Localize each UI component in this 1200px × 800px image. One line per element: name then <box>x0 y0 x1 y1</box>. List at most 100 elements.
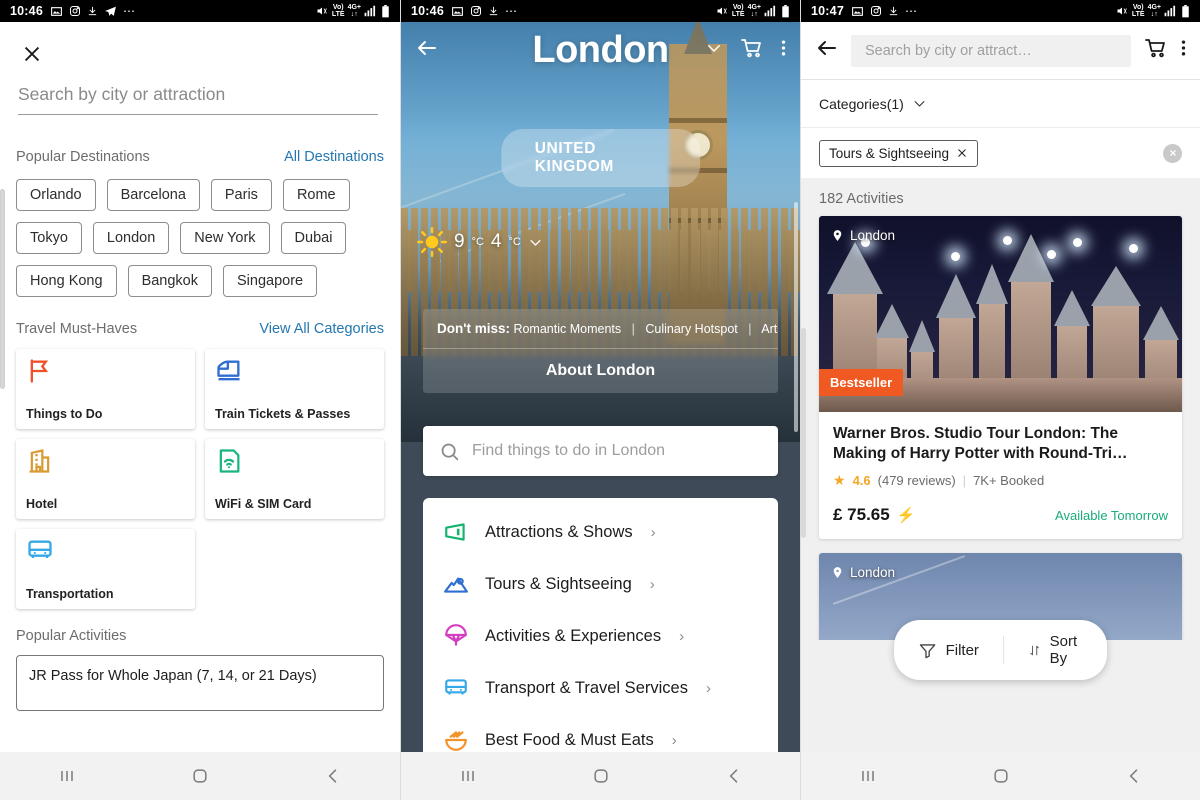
instagram-icon <box>470 6 481 16</box>
destination-chip[interactable]: Rome <box>282 179 350 211</box>
menu-item-label: Transport & Travel Services <box>485 678 688 697</box>
must-have-card-wifi[interactable]: WiFi & SIM Card <box>205 439 384 519</box>
active-filter-chip[interactable]: Tours & Sightseeing <box>819 139 979 167</box>
menu-item-transport[interactable]: Transport & Travel Services › <box>423 662 778 714</box>
mountain-icon <box>444 577 468 593</box>
all-destinations-link[interactable]: All Destinations <box>284 149 384 165</box>
chevron-down-icon <box>708 44 720 52</box>
menu-item-food[interactable]: Best Food & Must Eats › <box>423 714 778 752</box>
about-london-button[interactable]: About London <box>423 348 778 393</box>
active-filters-row: Tours & Sightseeing <box>801 128 1200 178</box>
home-button[interactable] <box>566 766 636 786</box>
cart-button[interactable] <box>1143 36 1169 65</box>
city-switch-button[interactable] <box>705 39 723 62</box>
destination-chip[interactable]: Dubai <box>280 222 347 254</box>
activity-details: Warner Bros. Studio Tour London: The Mak… <box>819 412 1182 539</box>
weather-unit: °C <box>508 236 521 248</box>
review-count: (479 reviews) <box>877 473 956 489</box>
recents-button[interactable] <box>32 766 102 786</box>
recents-button[interactable] <box>833 766 903 786</box>
must-have-card-hotel[interactable]: Hotel <box>16 439 195 519</box>
sort-label: Sort By <box>1049 633 1078 667</box>
cart-icon <box>741 38 761 57</box>
recents-button[interactable] <box>433 766 503 786</box>
must-have-card-transportation[interactable]: Transportation <box>16 529 195 609</box>
must-have-label: Train Tickets & Passes <box>215 407 351 421</box>
destination-chip[interactable]: Tokyo <box>16 222 82 254</box>
overflow-menu-button[interactable] <box>781 38 786 63</box>
network-type-icon: 4G+ ↓↑ <box>747 4 761 18</box>
battery-icon <box>1182 4 1189 17</box>
bestseller-badge: Bestseller <box>819 369 904 396</box>
popular-activity-item[interactable]: JR Pass for Whole Japan (7, 14, or 21 Da… <box>16 655 384 711</box>
top-bar-actions <box>705 36 786 65</box>
search-input[interactable]: Search by city or attract… <box>851 34 1131 67</box>
scrollbar[interactable] <box>0 189 5 389</box>
instant-confirm-icon: ⚡ <box>896 507 916 525</box>
view-all-categories-link[interactable]: View All Categories <box>259 321 384 337</box>
search-placeholder: Search by city or attract… <box>865 42 1032 59</box>
search-input[interactable]: Find things to do in London <box>423 426 778 476</box>
clear-all-filters-button[interactable] <box>1163 143 1182 163</box>
back-button[interactable] <box>815 36 839 65</box>
instagram-icon <box>69 6 80 16</box>
scrollbar[interactable] <box>801 328 806 538</box>
hotel-icon <box>29 449 50 473</box>
country-badge[interactable]: UNITED KINGDOM <box>500 129 701 187</box>
destination-chip[interactable]: London <box>92 222 170 254</box>
cart-button[interactable] <box>739 36 765 65</box>
results-top-bar: Search by city or attract… <box>801 22 1200 80</box>
destination-chip[interactable]: Orlando <box>16 179 96 211</box>
menu-item-label: Tours & Sightseeing <box>485 574 632 593</box>
popular-destinations-title: Popular Destinations <box>16 149 150 165</box>
signal-icon <box>764 5 776 17</box>
flag-icon <box>30 359 49 383</box>
overflow-menu-button[interactable] <box>1181 38 1186 63</box>
home-button[interactable] <box>165 766 235 786</box>
close-icon[interactable] <box>956 147 968 159</box>
search-suggestions-scroll[interactable]: Popular Destinations All Destinations Or… <box>0 149 400 752</box>
must-have-card-things-to-do[interactable]: Things to Do <box>16 349 195 429</box>
back-button[interactable] <box>699 766 769 786</box>
results-scroll-area[interactable]: 182 Activities London Bestseller Warner … <box>801 178 1200 640</box>
must-have-card-train[interactable]: Train Tickets & Passes <box>205 349 384 429</box>
dont-miss-row[interactable]: Don't miss: Romantic Moments | Culinary … <box>423 309 778 348</box>
destination-chip[interactable]: Singapore <box>223 265 318 297</box>
sort-button[interactable]: Sort By <box>1004 620 1108 680</box>
close-button[interactable] <box>16 38 48 70</box>
menu-item-tours[interactable]: Tours & Sightseeing › <box>423 558 778 610</box>
back-button[interactable] <box>1099 766 1169 786</box>
battery-icon <box>782 4 789 17</box>
back-button[interactable] <box>415 36 439 65</box>
dont-miss-item[interactable]: Arts and… <box>761 322 778 336</box>
destination-chip[interactable]: Hong Kong <box>16 265 117 297</box>
activity-card[interactable]: London Bestseller Warner Bros. Studio To… <box>819 216 1182 540</box>
categories-filter-button[interactable]: Categories(1) <box>801 80 1200 128</box>
recents-icon <box>60 771 73 781</box>
castle-roof <box>909 320 935 352</box>
destination-chip[interactable]: Bangkok <box>127 265 212 297</box>
menu-item-attractions[interactable]: Attractions & Shows › <box>423 506 778 558</box>
menu-item-activities[interactable]: Activities & Experiences › <box>423 610 778 662</box>
back-button[interactable] <box>298 766 368 786</box>
dont-miss-item[interactable]: Culinary Hotspot <box>645 322 737 336</box>
destination-chip[interactable]: New York <box>180 222 270 254</box>
status-bar: 10:46 ⋯ Vo) LTE 4G+ ↓↑ <box>401 0 800 22</box>
filter-button[interactable]: Filter <box>894 628 1003 673</box>
more-icon: ⋯ <box>504 4 518 18</box>
search-input[interactable]: Search by city or attraction <box>18 84 378 115</box>
activity-price: £ 75.65 <box>833 505 890 525</box>
back-icon <box>1129 769 1137 783</box>
weather-widget[interactable]: 9 °C 4 °C <box>417 227 543 257</box>
dont-miss-item[interactable]: Romantic Moments <box>513 322 621 336</box>
scrollbar[interactable] <box>794 202 798 432</box>
destination-chip[interactable]: Paris <box>210 179 272 211</box>
sort-icon <box>1029 645 1039 655</box>
home-button[interactable] <box>966 766 1036 786</box>
image-icon <box>51 6 62 16</box>
destination-chip[interactable]: Barcelona <box>106 179 200 211</box>
status-system-icons: Vo) LTE 4G+ ↓↑ <box>715 4 790 18</box>
result-count: 182 Activities <box>801 178 1200 216</box>
status-system-icons: Vo) LTE 4G+ ↓↑ <box>315 4 390 18</box>
signal-icon <box>1164 5 1176 17</box>
